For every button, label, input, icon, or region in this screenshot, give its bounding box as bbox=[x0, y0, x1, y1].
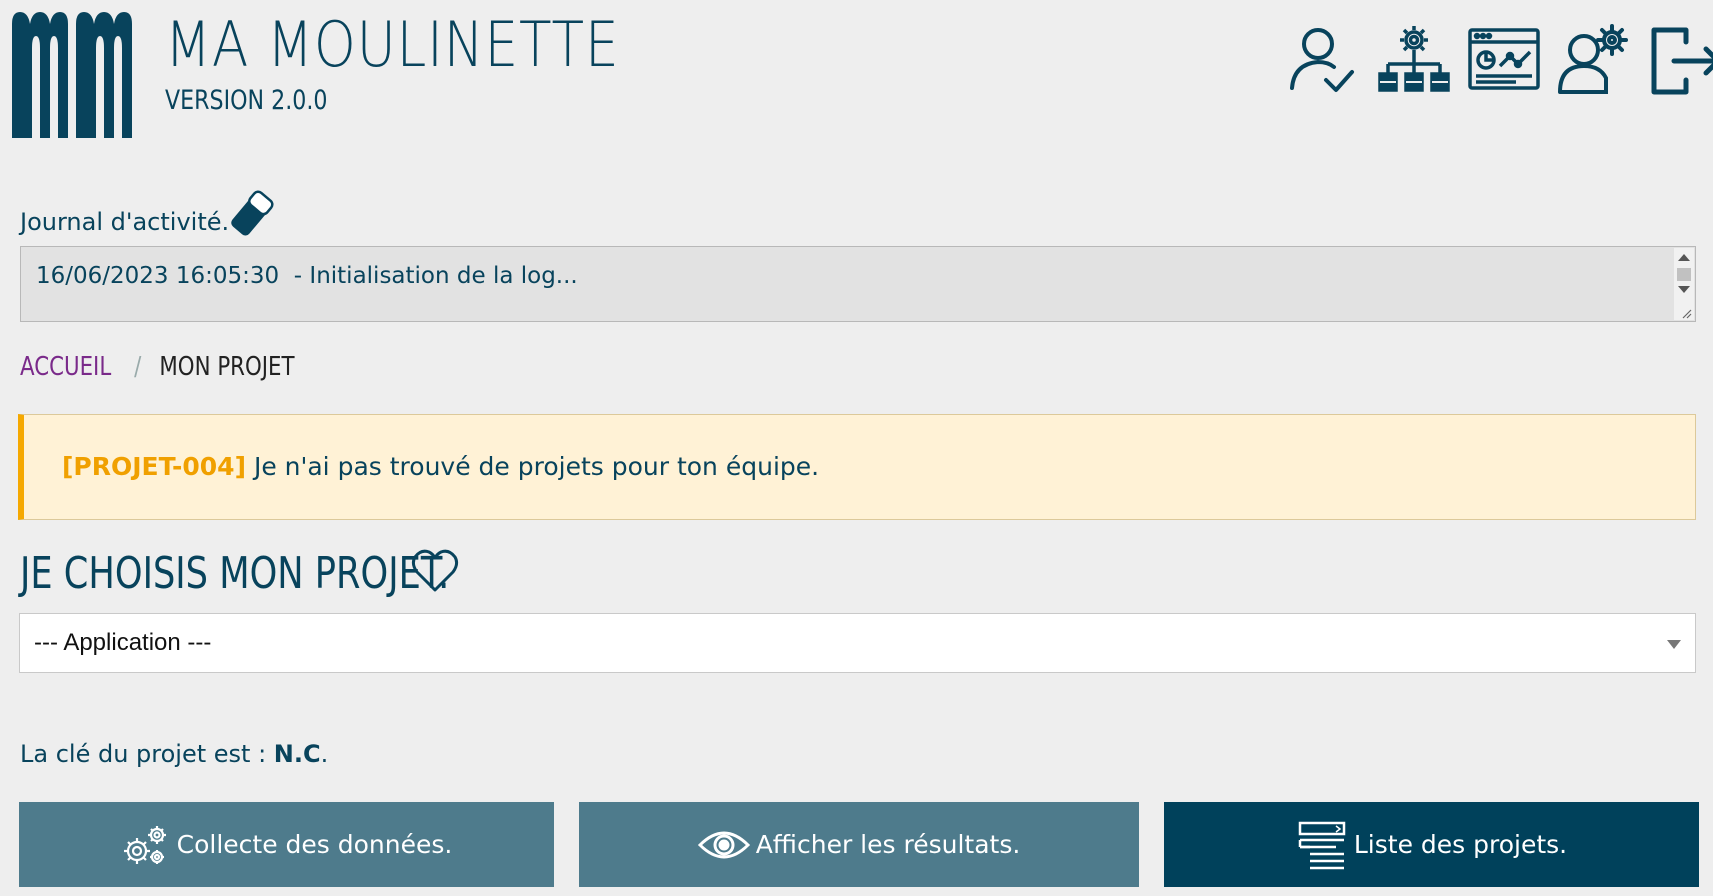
project-key-suffix: . bbox=[320, 740, 329, 768]
app-version: VERSION 2.0.0 bbox=[165, 85, 328, 116]
project-key-prefix: La clé du projet est : bbox=[20, 740, 274, 768]
journal-label: Journal d'activité. bbox=[20, 208, 230, 236]
user-check-icon[interactable] bbox=[1286, 22, 1362, 98]
app-title: MA MOULINETTE bbox=[165, 8, 620, 81]
show-results-button[interactable]: Afficher les résultats. bbox=[579, 802, 1139, 887]
project-key-value: N.C bbox=[273, 740, 321, 768]
scroll-down-icon[interactable] bbox=[1678, 286, 1690, 293]
breadcrumb-home-link[interactable]: ACCUEIL bbox=[20, 352, 111, 382]
gears-icon bbox=[123, 825, 166, 864]
scroll-thumb[interactable] bbox=[1677, 268, 1691, 281]
breadcrumb: ACCUEIL / MON PROJET bbox=[20, 352, 295, 382]
user-settings-icon[interactable] bbox=[1556, 22, 1632, 98]
application-select-value: --- Application --- bbox=[34, 629, 212, 656]
project-key-line: La clé du projet est : N.C. bbox=[20, 740, 328, 768]
breadcrumb-separator: / bbox=[134, 352, 142, 382]
activity-log-text: 16/06/2023 16:05:30 - Initialisation de … bbox=[36, 263, 578, 289]
show-results-label: Afficher les résultats. bbox=[755, 830, 1021, 859]
project-list-label: Liste des projets. bbox=[1353, 830, 1568, 859]
eraser-icon[interactable] bbox=[226, 188, 276, 238]
hierarchy-gear-icon[interactable] bbox=[1376, 22, 1452, 98]
breadcrumb-current: MON PROJET bbox=[159, 352, 295, 382]
list-stack-icon bbox=[1298, 821, 1346, 869]
alert-body: Je n'ai pas trouvé de projets pour ton é… bbox=[246, 452, 820, 481]
heart-icon bbox=[411, 549, 459, 592]
scroll-up-icon[interactable] bbox=[1678, 254, 1690, 261]
dashboard-window-icon[interactable] bbox=[1466, 22, 1542, 98]
project-list-button[interactable]: Liste des projets. bbox=[1164, 802, 1699, 887]
activity-log-textarea[interactable]: 16/06/2023 16:05:30 - Initialisation de … bbox=[20, 246, 1696, 322]
chevron-down-icon bbox=[1667, 640, 1681, 649]
collect-data-label: Collecte des données. bbox=[176, 830, 453, 859]
collect-data-button[interactable]: Collecte des données. bbox=[19, 802, 554, 887]
choose-project-title: JE CHOISIS MON PROJET. bbox=[20, 548, 450, 599]
eye-icon bbox=[697, 831, 750, 858]
alert-message: [PROJET-004] Je n'ai pas trouvé de proje… bbox=[62, 452, 819, 481]
resize-grip-icon[interactable] bbox=[1682, 309, 1692, 319]
alert-code: [PROJET-004] bbox=[62, 452, 246, 481]
mm-logo-icon[interactable] bbox=[12, 12, 138, 138]
logout-icon[interactable] bbox=[1646, 22, 1713, 98]
warning-alert: [PROJET-004] Je n'ai pas trouvé de proje… bbox=[18, 414, 1696, 520]
header-toolbar bbox=[1290, 22, 1713, 98]
application-select[interactable]: --- Application --- bbox=[19, 613, 1696, 673]
